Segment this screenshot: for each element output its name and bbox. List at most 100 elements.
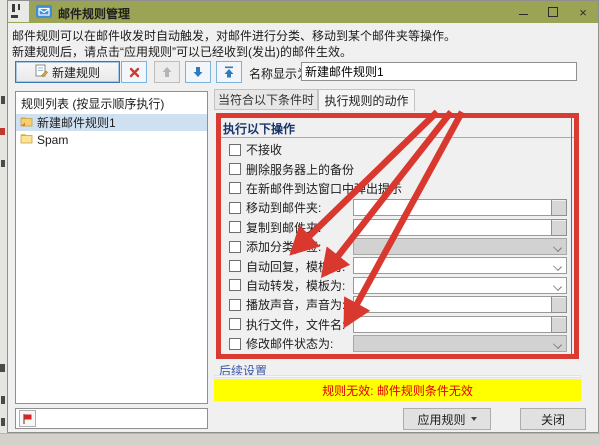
titlebar[interactable]: 邮件规则管理 × — [8, 1, 598, 23]
checkbox[interactable] — [229, 338, 241, 350]
rule-folder-icon — [20, 116, 33, 130]
action-row-no-receive: 不接收 — [215, 140, 575, 159]
checkbox[interactable] — [229, 279, 241, 291]
file-input[interactable] — [353, 316, 567, 333]
action-label: 在新邮件到达窗口中弹出提示 — [246, 180, 402, 197]
new-rule-icon — [35, 64, 48, 80]
background-window-sliver — [0, 0, 7, 444]
action-row-copy-to-folder: 复制到邮件夹: — [215, 218, 575, 237]
action-row-run-file: 执行文件，文件名: — [215, 315, 575, 334]
intro-line-2: 新建规则后，请点击“应用规则”可以已经收到(发出)的邮件生效。 — [12, 44, 592, 60]
action-label: 不接收 — [246, 141, 282, 158]
intro-line-1: 邮件规则可以在邮件收发时自动触发，对邮件进行分类、移动到某个邮件夹等操作。 — [12, 28, 592, 44]
checkbox[interactable] — [229, 241, 241, 253]
move-top-button[interactable] — [216, 61, 242, 83]
move-up-icon — [161, 66, 173, 78]
background-bottom-strip — [0, 433, 600, 445]
status-select[interactable] — [353, 335, 567, 352]
delete-rule-button[interactable] — [121, 61, 147, 83]
minimize-button[interactable] — [508, 1, 538, 23]
background-text-fragment — [0, 128, 5, 135]
status-banner: 规则无效: 邮件规则条件无效 — [214, 379, 581, 401]
window-title: 邮件规则管理 — [58, 5, 130, 22]
delete-icon — [129, 67, 140, 78]
apply-rules-label: 应用规则 — [417, 411, 465, 428]
background-text-fragment — [1, 418, 5, 426]
action-label: 自动转发，模板为: — [246, 277, 345, 294]
action-row-set-status: 修改邮件状态为: — [215, 334, 575, 353]
tab-conditions-label: 当符合以下条件时 — [218, 91, 314, 108]
checkbox[interactable] — [229, 221, 241, 233]
flag-icon — [19, 410, 36, 427]
actions-panel-header: 执行以下操作 — [223, 120, 295, 137]
action-label: 复制到邮件夹: — [246, 219, 321, 236]
action-row-popup-notice: 在新邮件到达窗口中弹出提示 — [215, 179, 575, 198]
action-rows: 不接收 删除服务器上的备份 在新邮件到达窗口中弹出提示 移动到邮件夹: 复制到邮… — [215, 140, 575, 353]
action-row-move-to-folder: 移动到邮件夹: — [215, 198, 575, 217]
followup-divider — [214, 375, 581, 378]
forward-template-select[interactable] — [353, 277, 567, 294]
background-text-fragment — [0, 364, 5, 372]
action-label: 播放声音，声音为: — [246, 296, 345, 313]
checkbox[interactable] — [229, 163, 241, 175]
rule-item-label: 新建邮件规则1 — [37, 114, 116, 131]
close-dialog-label: 关闭 — [541, 411, 565, 428]
rule-list[interactable]: 规则列表 (按显示顺序执行) 新建邮件规则1 — [15, 91, 208, 404]
action-label: 添加分类标签: — [246, 238, 321, 255]
action-row-auto-reply: 自动回复，模板为: — [215, 256, 575, 275]
new-rule-button[interactable]: 新建规则 — [15, 61, 120, 83]
rule-folder-icon — [20, 133, 33, 147]
chevron-down-icon — [471, 417, 477, 421]
chevron-down-icon — [553, 282, 562, 291]
browse-button[interactable] — [551, 199, 567, 216]
checkbox[interactable] — [229, 318, 241, 330]
tab-actions-label: 执行规则的动作 — [324, 92, 408, 109]
action-label: 修改邮件状态为: — [246, 335, 333, 352]
browse-button[interactable] — [551, 219, 567, 236]
checkbox[interactable] — [229, 202, 241, 214]
mail-rules-dialog: 邮件规则管理 × 邮件规则可以在邮件收发时自动触发，对邮件进行分类、移动到某个邮… — [7, 0, 599, 433]
action-label: 移动到邮件夹: — [246, 199, 321, 216]
maximize-icon — [548, 7, 558, 17]
browse-button[interactable] — [551, 316, 567, 333]
tab-conditions[interactable]: 当符合以下条件时 — [214, 89, 318, 110]
move-down-icon — [192, 66, 204, 78]
close-icon: × — [579, 6, 587, 19]
checkbox[interactable] — [229, 299, 241, 311]
maximize-button[interactable] — [538, 1, 568, 23]
reply-template-select[interactable] — [353, 257, 567, 274]
action-row-play-sound: 播放声音，声音为: — [215, 295, 575, 314]
browse-button[interactable] — [551, 296, 567, 313]
move-up-button[interactable] — [154, 61, 180, 83]
chevron-down-icon — [553, 340, 562, 349]
rule-list-item[interactable]: 新建邮件规则1 — [16, 114, 207, 131]
rule-name-input[interactable] — [301, 62, 577, 81]
move-folder-input[interactable] — [353, 199, 567, 216]
followup-section: 后续设置 — [214, 359, 581, 376]
move-down-button[interactable] — [185, 61, 211, 83]
checkbox[interactable] — [229, 182, 241, 194]
close-dialog-button[interactable]: 关闭 — [520, 408, 586, 430]
tab-actions[interactable]: 执行规则的动作 — [318, 89, 415, 111]
action-label: 执行文件，文件名: — [246, 316, 345, 333]
background-text-fragment — [1, 160, 5, 167]
action-label: 自动回复，模板为: — [246, 258, 345, 275]
background-text-fragment — [1, 396, 5, 404]
sound-input[interactable] — [353, 296, 567, 313]
intro-text: 邮件规则可以在邮件收发时自动触发，对邮件进行分类、移动到某个邮件夹等操作。 新建… — [12, 28, 592, 60]
copy-folder-input[interactable] — [353, 219, 567, 236]
checkbox[interactable] — [229, 144, 241, 156]
tag-select[interactable] — [353, 238, 567, 255]
move-top-icon — [223, 66, 235, 78]
apply-rules-button[interactable]: 应用规则 — [403, 408, 491, 430]
minimize-icon — [519, 14, 528, 15]
rule-list-item[interactable]: Spam — [16, 131, 207, 148]
close-button[interactable]: × — [568, 1, 598, 23]
rule-item-label: Spam — [37, 133, 68, 147]
checkbox[interactable] — [229, 260, 241, 272]
action-row-delete-server-copy: 删除服务器上的备份 — [215, 159, 575, 178]
flag-label-selector[interactable] — [15, 408, 208, 429]
status-banner-text: 规则无效: 邮件规则条件无效 — [322, 382, 473, 399]
rule-list-header: 规则列表 (按显示顺序执行) — [16, 92, 207, 114]
action-label: 删除服务器上的备份 — [246, 161, 354, 178]
